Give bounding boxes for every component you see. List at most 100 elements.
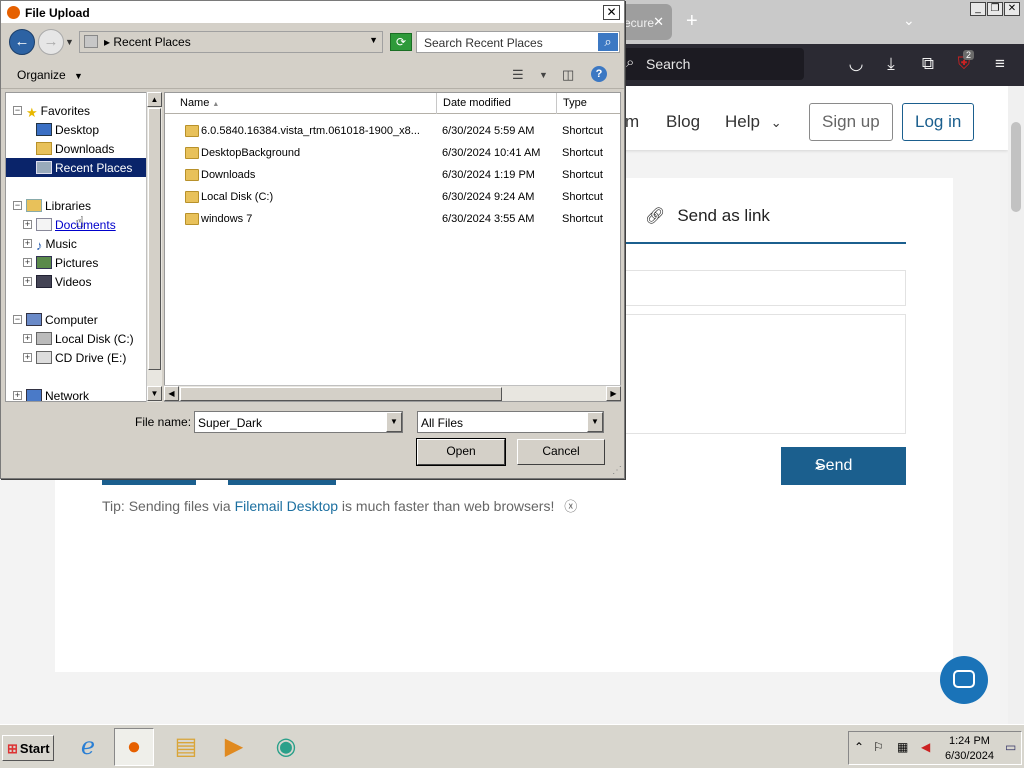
- close-window-icon[interactable]: ✕: [1004, 2, 1020, 16]
- back-button[interactable]: ←: [9, 29, 35, 55]
- view-options-icon[interactable]: ☰: [512, 67, 524, 83]
- internet-explorer-icon[interactable]: ℯ: [68, 728, 108, 766]
- nav-link-blog[interactable]: Blog: [666, 112, 700, 132]
- close-tab-icon[interactable]: ✕: [653, 14, 664, 30]
- refresh-button[interactable]: ⟳: [390, 33, 412, 51]
- help-icon[interactable]: ?: [591, 66, 607, 82]
- tree-item-desktop[interactable]: Desktop: [36, 120, 151, 139]
- message-field[interactable]: [625, 314, 906, 434]
- tree-item-cd-drive[interactable]: + CD Drive (E:): [23, 348, 151, 367]
- pocket-icon[interactable]: ◡: [845, 54, 867, 74]
- file-row[interactable]: 6.0.5840.16384.vista_rtm.061018-1900_x8.…: [165, 120, 620, 142]
- expand-icon[interactable]: +: [23, 277, 32, 286]
- tree-item-videos[interactable]: + Videos: [23, 272, 151, 291]
- address-dropdown-icon[interactable]: ▼: [369, 35, 378, 45]
- view-dropdown-icon[interactable]: ▼: [539, 70, 548, 80]
- new-tab-icon[interactable]: +: [686, 10, 698, 33]
- restore-icon[interactable]: ❐: [987, 2, 1003, 16]
- page-scrollbar[interactable]: [1008, 86, 1024, 724]
- expand-icon[interactable]: +: [23, 220, 32, 229]
- address-path[interactable]: ▸ Recent Places ▼: [79, 31, 383, 53]
- tab-send-as-link[interactable]: 🔗︎ Send as link: [645, 206, 770, 226]
- file-row[interactable]: windows 7 6/30/2024 3:55 AM Shortcut: [165, 208, 620, 230]
- tree-item-network[interactable]: + Network: [13, 386, 151, 401]
- file-row[interactable]: Local Disk (C:) 6/30/2024 9:24 AM Shortcut: [165, 186, 620, 208]
- browser-search-box[interactable]: ⌕ Search: [618, 48, 804, 80]
- expand-icon[interactable]: +: [23, 353, 32, 362]
- forward-button[interactable]: →: [38, 29, 64, 55]
- expand-icon[interactable]: +: [23, 258, 32, 267]
- column-date-modified[interactable]: Date modified: [437, 93, 557, 114]
- chat-button[interactable]: [940, 656, 988, 704]
- dialog-close-button[interactable]: ✕: [603, 5, 620, 20]
- tree-item-documents[interactable]: + Documents: [23, 215, 151, 234]
- resize-grip-icon[interactable]: ⋰: [612, 465, 622, 476]
- tree-item-recent-places[interactable]: Recent Places: [6, 158, 147, 177]
- email-field[interactable]: [625, 270, 906, 306]
- scroll-right-icon[interactable]: ▶: [606, 386, 621, 401]
- login-button[interactable]: Log in: [902, 103, 975, 141]
- chevron-down-icon[interactable]: ▼: [386, 412, 402, 432]
- tree-item-downloads[interactable]: Downloads: [36, 139, 151, 158]
- file-explorer-icon[interactable]: ▤: [166, 728, 206, 766]
- expand-icon[interactable]: +: [13, 391, 22, 400]
- show-desktop-icon[interactable]: ▭: [1005, 740, 1016, 754]
- send-button[interactable]: ➢ Send: [781, 447, 906, 485]
- collapse-icon[interactable]: −: [13, 315, 22, 324]
- start-button[interactable]: ⊞ Start: [2, 735, 54, 761]
- list-all-tabs-icon[interactable]: ⌄: [903, 12, 915, 29]
- preview-pane-icon[interactable]: ◫: [562, 67, 574, 83]
- file-list-scroll-thumb[interactable]: [180, 387, 502, 401]
- chevron-down-icon[interactable]: ▼: [587, 412, 603, 432]
- tree-item-libraries[interactable]: − Libraries: [13, 196, 151, 215]
- scroll-up-icon[interactable]: ▲: [147, 92, 162, 107]
- messenger-icon[interactable]: ◉: [266, 728, 306, 766]
- nav-link-help[interactable]: Help ⌄: [725, 112, 782, 132]
- extensions-icon[interactable]: ⧉: [917, 54, 939, 74]
- collapse-icon[interactable]: −: [13, 201, 22, 210]
- action-center-icon[interactable]: ⚐: [873, 740, 884, 754]
- scroll-left-icon[interactable]: ◀: [164, 386, 179, 401]
- navigation-scroll-thumb[interactable]: [148, 108, 161, 370]
- file-row[interactable]: DesktopBackground 6/30/2024 10:41 AM Short…: [165, 142, 620, 164]
- dismiss-tip-icon[interactable]: ⓧ: [564, 499, 577, 514]
- recent-locations-icon[interactable]: ▼: [65, 37, 74, 47]
- search-icon[interactable]: ⌕: [598, 33, 618, 51]
- column-name[interactable]: Name ▲: [165, 93, 437, 114]
- tree-item-favorites[interactable]: − ★ Favorites: [13, 101, 151, 120]
- clock[interactable]: 1:24 PM 6/30/2024: [945, 734, 994, 764]
- add-folder-button[interactable]: [228, 478, 336, 485]
- file-list-scrollbar[interactable]: ◀ ▶: [164, 385, 621, 401]
- navigation-scrollbar[interactable]: ▲ ▼: [146, 92, 162, 402]
- tree-item-local-disk[interactable]: + Local Disk (C:): [23, 329, 151, 348]
- file-name-input[interactable]: Super_Dark ▼: [194, 411, 403, 433]
- menu-icon[interactable]: ≡: [989, 54, 1011, 74]
- collapse-icon[interactable]: −: [13, 106, 22, 115]
- firefox-icon[interactable]: ●: [114, 728, 154, 766]
- nav-link-partial[interactable]: m: [625, 112, 639, 132]
- signup-button[interactable]: Sign up: [809, 103, 893, 141]
- volume-muted-icon[interactable]: ◀: [921, 740, 930, 754]
- tree-item-computer[interactable]: − Computer: [13, 310, 151, 329]
- media-player-icon[interactable]: ▶: [214, 728, 254, 766]
- browser-tab[interactable]: ecure ✕: [618, 4, 672, 40]
- dialog-search-input[interactable]: Search Recent Places ⌕: [416, 31, 620, 53]
- scroll-down-icon[interactable]: ▼: [147, 386, 162, 401]
- download-icon[interactable]: ⤓: [880, 54, 902, 74]
- filemail-desktop-link[interactable]: Filemail Desktop: [235, 498, 338, 514]
- file-row[interactable]: Downloads 6/30/2024 1:19 PM Shortcut: [165, 164, 620, 186]
- dialog-title-bar[interactable]: File Upload ✕: [1, 1, 624, 23]
- cancel-button[interactable]: Cancel: [517, 439, 605, 465]
- tree-item-music[interactable]: + ♪ Music: [23, 234, 151, 253]
- tree-item-pictures[interactable]: + Pictures: [23, 253, 151, 272]
- add-files-button[interactable]: [102, 478, 196, 485]
- minimize-icon[interactable]: _: [970, 2, 986, 16]
- expand-icon[interactable]: +: [23, 334, 32, 343]
- column-type[interactable]: Type: [557, 93, 620, 114]
- file-type-select[interactable]: All Files ▼: [417, 411, 604, 433]
- network-status-icon[interactable]: ▦: [897, 740, 908, 754]
- open-button[interactable]: Open: [416, 438, 506, 466]
- organize-button[interactable]: Organize ▼: [17, 68, 83, 82]
- expand-icon[interactable]: +: [23, 239, 32, 248]
- page-scroll-thumb[interactable]: [1011, 122, 1021, 212]
